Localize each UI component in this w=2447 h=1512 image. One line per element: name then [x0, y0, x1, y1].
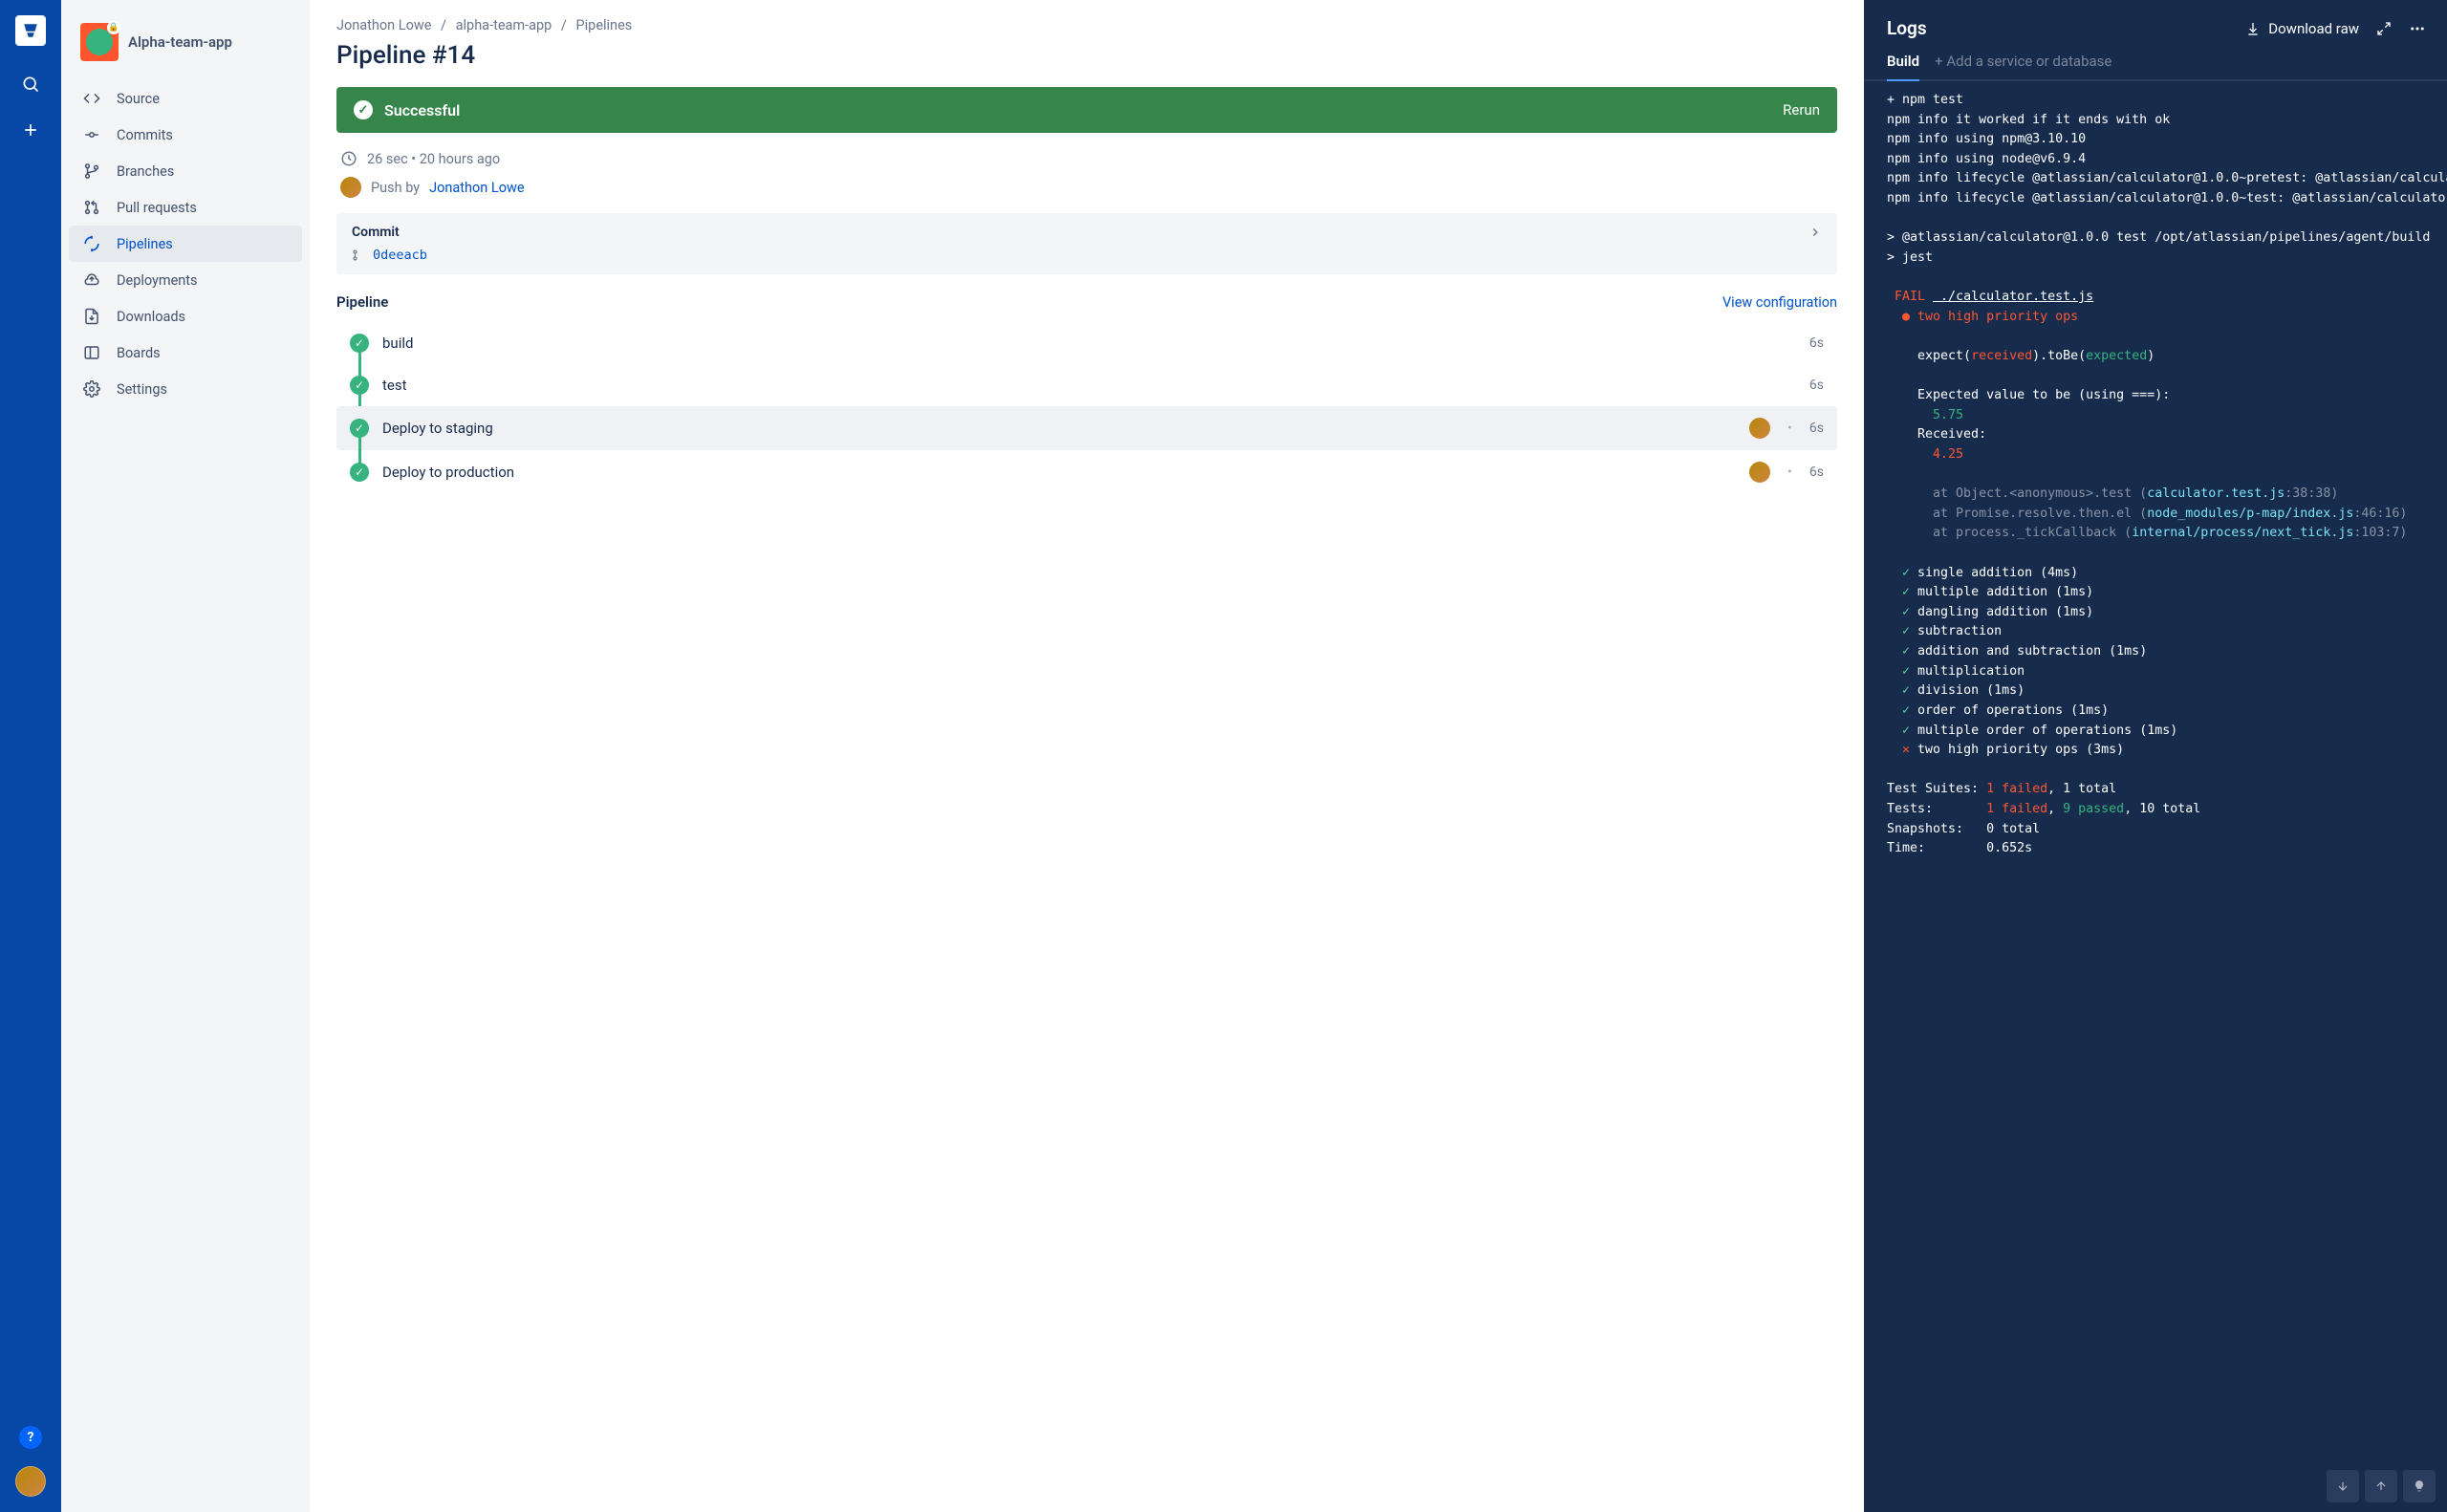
source-icon	[82, 89, 101, 108]
create-icon[interactable]	[11, 111, 50, 149]
settings-icon	[82, 379, 101, 399]
step-success-icon: ✓	[350, 376, 369, 395]
project-title: Alpha-team-app	[128, 33, 232, 51]
author-avatar	[340, 177, 361, 198]
search-icon[interactable]	[11, 65, 50, 103]
logs-output[interactable]: + npm test npm info it worked if it ends…	[1864, 81, 2447, 1512]
status-label: Successful	[384, 101, 460, 119]
author-row: Push by Jonathon Lowe	[336, 177, 1837, 198]
sidebar-item-boards[interactable]: Boards	[69, 335, 302, 371]
commit-card: Commit 0deeacb	[336, 213, 1837, 274]
sidebar-item-label: Settings	[117, 381, 167, 398]
status-banner: ✓ Successful Rerun	[336, 87, 1837, 133]
step-avatar	[1749, 462, 1770, 483]
page-title: Pipeline #14	[336, 41, 1837, 70]
sidebar-item-source[interactable]: Source	[69, 80, 302, 117]
lock-icon: 🔒	[107, 21, 120, 34]
duration-row: 26 sec • 20 hours ago	[336, 150, 1837, 167]
commits-icon	[82, 125, 101, 144]
pipeline-step[interactable]: ✓Deploy to staging•6s	[336, 406, 1837, 450]
downloads-icon	[82, 307, 101, 326]
author-link[interactable]: Jonathon Lowe	[429, 180, 524, 196]
logs-title: Logs	[1887, 17, 1927, 39]
view-configuration-link[interactable]: View configuration	[1722, 294, 1837, 311]
breadcrumb-owner[interactable]: Jonathon Lowe	[336, 17, 431, 33]
pipeline-step[interactable]: ✓ test 6s	[336, 364, 1837, 406]
step-label: Deploy to production	[382, 464, 1736, 481]
clock-icon	[340, 150, 357, 167]
pipeline-step[interactable]: ✓Deploy to production•6s	[336, 450, 1837, 494]
sidebar-item-label: Deployments	[117, 272, 198, 289]
expand-icon[interactable]	[2376, 21, 2392, 36]
lightbulb-icon[interactable]	[2403, 1470, 2436, 1502]
help-icon[interactable]: ?	[19, 1426, 42, 1449]
sidebar-item-label: Pull requests	[117, 200, 197, 216]
step-duration: 6s	[1809, 335, 1824, 351]
rerun-button[interactable]: Rerun	[1783, 101, 1820, 119]
sidebar-item-label: Commits	[117, 127, 173, 143]
sidebar-item-pull-requests[interactable]: Pull requests	[69, 189, 302, 226]
logs-panel: Logs Download raw Build + Add a service …	[1864, 0, 2447, 1512]
branches-icon	[82, 162, 101, 181]
repo-sidebar: 🔒 Alpha-team-app Source Commits Branches Pu…	[61, 0, 310, 1512]
boards-icon	[82, 343, 101, 362]
user-avatar[interactable]	[15, 1466, 46, 1497]
step-label: test	[382, 377, 1796, 394]
sidebar-item-commits[interactable]: Commits	[69, 117, 302, 153]
more-icon[interactable]	[2409, 20, 2426, 37]
push-by-label: Push by	[371, 180, 420, 196]
step-success-icon: ✓	[350, 463, 369, 482]
step-label: build	[382, 335, 1796, 352]
scroll-down-icon[interactable]	[2327, 1470, 2359, 1502]
sidebar-item-label: Pipelines	[117, 236, 173, 252]
sidebar-item-label: Branches	[117, 163, 174, 180]
project-icon: 🔒	[80, 23, 119, 61]
commit-hash-link[interactable]: 0deeacb	[373, 248, 427, 263]
sidebar-item-label: Downloads	[117, 309, 185, 325]
pipeline-section-title: Pipeline	[336, 293, 388, 311]
breadcrumb-repo[interactable]: alpha-team-app	[456, 17, 552, 33]
step-duration: 6s	[1809, 421, 1824, 436]
step-success-icon: ✓	[350, 334, 369, 353]
step-duration: 6s	[1809, 378, 1824, 393]
scroll-up-icon[interactable]	[2365, 1470, 2397, 1502]
step-duration: 6s	[1809, 464, 1824, 480]
commit-branch-icon	[352, 248, 365, 262]
duration-text: 26 sec • 20 hours ago	[367, 151, 500, 167]
breadcrumb-section[interactable]: Pipelines	[576, 17, 633, 33]
sidebar-item-settings[interactable]: Settings	[69, 371, 302, 407]
commit-header: Commit	[352, 225, 400, 240]
step-label: Deploy to staging	[382, 420, 1736, 437]
pipelines-icon	[82, 234, 101, 253]
sidebar-item-branches[interactable]: Branches	[69, 153, 302, 189]
pull-requests-icon	[82, 198, 101, 217]
step-avatar	[1749, 418, 1770, 439]
pipeline-steps: ✓build6s✓test6s✓Deploy to staging•6s✓Dep…	[336, 322, 1837, 494]
project-header[interactable]: 🔒 Alpha-team-app	[69, 19, 302, 80]
breadcrumb: Jonathon Lowe / alpha-team-app / Pipelin…	[336, 17, 1837, 33]
deployments-icon	[82, 270, 101, 290]
sidebar-item-downloads[interactable]: Downloads	[69, 298, 302, 335]
pipeline-step[interactable]: ✓ build 6s	[336, 322, 1837, 364]
logs-tab-build[interactable]: Build	[1887, 53, 1919, 81]
logs-tab-add-service[interactable]: + Add a service or database	[1935, 53, 2111, 79]
main-content: Jonathon Lowe / alpha-team-app / Pipelin…	[310, 0, 1864, 1512]
product-logo[interactable]	[15, 15, 46, 46]
sidebar-item-pipelines[interactable]: Pipelines	[69, 226, 302, 262]
step-success-icon: ✓	[350, 419, 369, 438]
sidebar-item-label: Source	[117, 91, 160, 107]
download-raw-button[interactable]: Download raw	[2245, 20, 2359, 37]
commit-expand-icon[interactable]	[1808, 226, 1822, 239]
sidebar-item-label: Boards	[117, 345, 161, 361]
sidebar-item-deployments[interactable]: Deployments	[69, 262, 302, 298]
success-check-icon: ✓	[354, 100, 373, 119]
global-rail: ?	[0, 0, 61, 1512]
